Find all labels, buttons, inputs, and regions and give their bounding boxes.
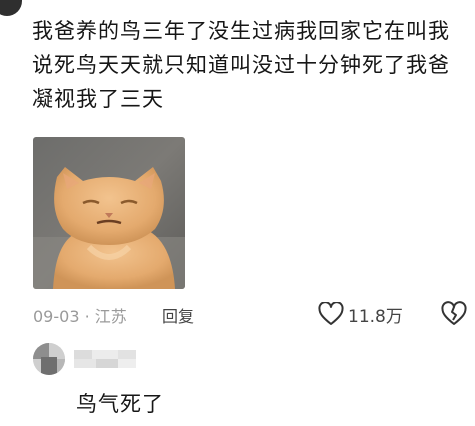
meta-separator: ·: [84, 307, 90, 326]
comment-line: 我爸养的鸟三年了没生过病我回家它在叫我: [32, 19, 450, 43]
comment-line: 说死鸟天天就只知道叫没过十分钟死了我爸: [32, 53, 450, 77]
reply-avatar[interactable]: [33, 343, 65, 375]
broken-heart-icon: [441, 301, 467, 325]
reply-button[interactable]: 回复: [162, 303, 194, 327]
reply-avatar-image: [33, 343, 65, 375]
like-button[interactable]: 11.8万: [318, 300, 403, 328]
reply-username-redacted: [74, 348, 144, 370]
commenter-avatar[interactable]: [0, 0, 22, 16]
comment-meta: 09-03 · 江苏 回复 11.8万: [33, 300, 473, 330]
comment-location: 江苏: [94, 307, 127, 326]
heart-outline-icon: [318, 302, 344, 325]
comment-text: 我爸养的鸟三年了没生过病我回家它在叫我 说死鸟天天就只知道叫没过十分钟死了我爸 …: [32, 14, 462, 116]
comment-image[interactable]: [33, 137, 185, 289]
comment-date: 09-03: [33, 307, 80, 326]
reply-text: 鸟气死了: [76, 392, 164, 416]
like-count: 11.8万: [348, 306, 403, 327]
comment-line: 凝视我了三天: [32, 87, 164, 111]
comment-date-location: 09-03 · 江苏: [33, 303, 127, 327]
cat-photo: [33, 137, 185, 289]
dislike-button[interactable]: [441, 301, 467, 327]
